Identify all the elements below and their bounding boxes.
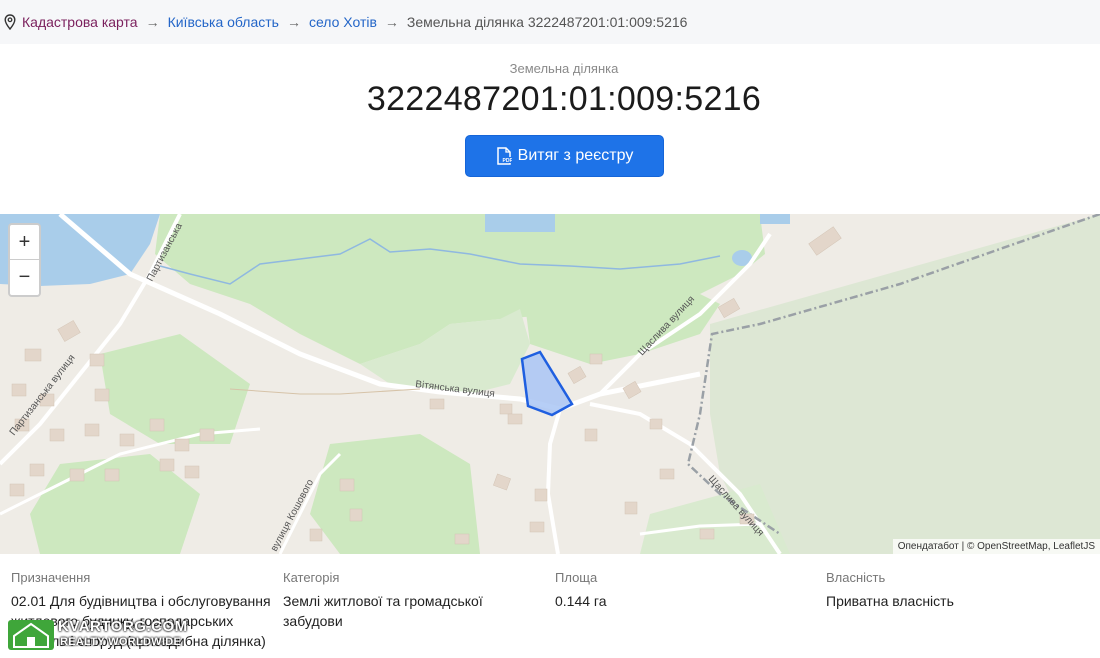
house-logo-icon — [8, 620, 54, 650]
breadcrumb: Кадастрова карта → Київська область → се… — [0, 0, 1100, 44]
zoom-control: + − — [8, 223, 41, 297]
category-value: Землі житлової та громадської забудови — [283, 593, 483, 629]
purpose-line: 02.01 Для будівництва і обслуговування — [11, 593, 271, 609]
ownership-label: Власність — [826, 570, 886, 585]
registry-extract-button-label: Витяг з реєстру — [517, 147, 634, 164]
category-block: Категорія Землі житлової та громадської … — [283, 570, 543, 631]
parcel-header: Земельна ділянка 3222487201:01:009:5216 … — [0, 44, 1100, 212]
map-attribution[interactable]: Опендатабот | © OpenStreetMap, LeafletJS — [892, 539, 1100, 554]
location-pin-icon — [4, 14, 16, 30]
area-value: 0.144 га — [555, 593, 607, 609]
watermark-subtext: REALTY WORLDWIDE — [60, 636, 182, 648]
page-title: 3222487201:01:009:5216 — [366, 80, 762, 118]
street-label: вулиця Кошового — [269, 477, 316, 553]
pond-water — [485, 214, 555, 232]
breadcrumb-current: Земельна ділянка 3222487201:01:009:5216 — [406, 14, 688, 30]
cadastral-map[interactable]: Партизанська Партизанська вулиця Вітянсь… — [0, 214, 1100, 554]
watermark-logo: KVARTORG.COM REALTY WORLDWIDE — [8, 614, 187, 654]
area-label: Площа — [555, 570, 598, 585]
zoom-in-button[interactable]: + — [10, 225, 39, 260]
area-block: Площа 0.144 га — [555, 570, 755, 611]
purpose-label: Призначення — [11, 570, 91, 585]
breadcrumb-separator: → — [286, 14, 301, 30]
breadcrumb-link-cadastral-map[interactable]: Кадастрова карта — [22, 14, 138, 30]
breadcrumb-link-region[interactable]: Київська область — [168, 14, 279, 30]
category-label: Категорія — [283, 570, 340, 585]
pond-water — [760, 214, 790, 224]
registry-extract-button[interactable]: PDF Витяг з реєстру — [465, 135, 664, 177]
breadcrumb-separator: → — [384, 14, 399, 30]
ownership-block: Власність Приватна власність — [826, 570, 1066, 611]
map-canvas[interactable]: Партизанська Партизанська вулиця Вітянсь… — [0, 214, 1100, 554]
ownership-value: Приватна власність — [826, 593, 954, 609]
path — [229, 388, 421, 395]
zoom-out-button[interactable]: − — [10, 260, 39, 295]
pdf-file-icon: PDF — [496, 147, 512, 165]
meadow-area — [710, 214, 1100, 554]
page-subtitle: Земельна ділянка — [509, 61, 619, 76]
breadcrumb-separator: → — [145, 14, 160, 30]
park-area — [100, 334, 250, 444]
forest-area — [310, 434, 480, 554]
svg-text:PDF: PDF — [502, 158, 512, 164]
road — [545, 408, 562, 554]
land-parcel-polygon[interactable] — [520, 350, 574, 417]
breadcrumb-link-village[interactable]: село Хотів — [309, 14, 377, 30]
watermark-text: KVARTORG.COM — [58, 618, 188, 635]
